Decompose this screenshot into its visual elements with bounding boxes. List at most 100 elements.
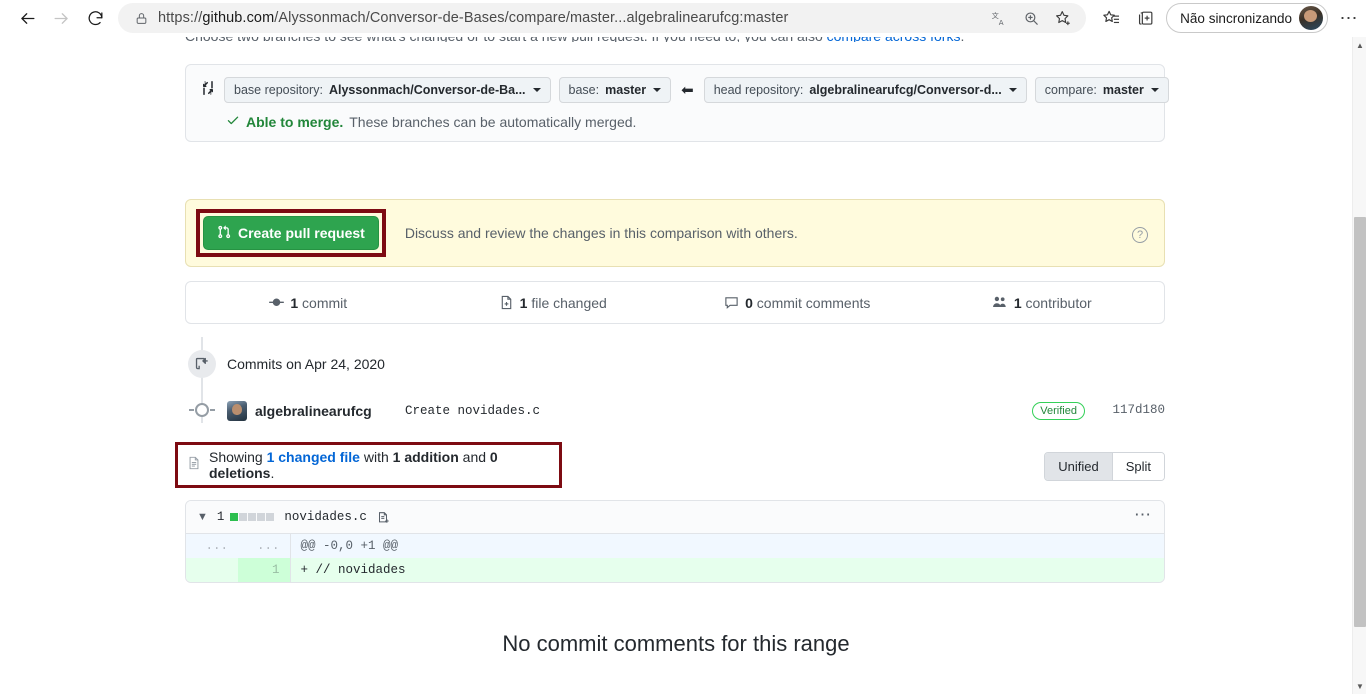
page-scrollbar[interactable]: ▲ ▼ — [1352, 37, 1366, 694]
hunk-right-linenum: ... — [238, 534, 290, 558]
create-pr-highlight-box: Create pull request — [196, 209, 386, 257]
stat-contributors-label: contributor — [1025, 294, 1092, 311]
add-favorite-icon[interactable] — [1048, 4, 1078, 32]
help-icon[interactable]: ? — [1132, 227, 1148, 243]
forward-button[interactable] — [44, 2, 78, 34]
branch-selector-row: base repository: Alyssonmach/Conversor-d… — [186, 65, 1169, 103]
base-repo-prefix: base repository: — [234, 83, 323, 97]
compare-value: master — [1102, 83, 1144, 97]
diff-change-count: 1 — [216, 510, 225, 524]
lock-icon — [130, 11, 152, 26]
create-pr-description: Discuss and review the changes in this c… — [404, 225, 798, 241]
file-icon — [187, 455, 201, 476]
commit-message[interactable]: Create novidades.c — [405, 404, 540, 418]
addition-left-linenum — [186, 558, 238, 582]
diff-file-card: ▼ 1 novidades.c ⋯ ... ... @@ -0,0 +1 @@ … — [185, 500, 1165, 583]
favorites-button[interactable] — [1094, 2, 1128, 34]
diff-table: ... ... @@ -0,0 +1 @@ 1 + // novidades — [186, 534, 1164, 582]
commit-date-row: Commits on Apr 24, 2020 — [185, 337, 1165, 391]
create-pr-label: Create pull request — [238, 225, 365, 241]
copy-path-icon[interactable] — [376, 510, 390, 525]
file-diff-icon — [501, 295, 511, 310]
commits-section: Commits on Apr 24, 2020 algebralinearufc… — [185, 337, 1165, 437]
base-prefix: base: — [568, 83, 600, 97]
stat-commit-comments[interactable]: 0 commit comments — [675, 295, 920, 311]
stat-comments-label: commit comments — [756, 294, 871, 311]
stat-files-label: file changed — [531, 294, 607, 311]
collections-button[interactable] — [1128, 2, 1162, 34]
forward-arrow-icon — [54, 12, 68, 24]
compare-stats-bar: 1 commit 1 file changed 0 commit comment… — [185, 281, 1165, 324]
comment-icon — [725, 297, 738, 309]
settings-more-button[interactable]: ⋯ — [1332, 2, 1366, 34]
browser-toolbar: https://github.com/Alyssonmach/Conversor… — [0, 0, 1366, 37]
changed-file-link[interactable]: 1 changed file — [267, 449, 360, 465]
head-repo-value: algebralinearufcg/Conversor-d... — [809, 83, 1002, 97]
profile-button[interactable]: Não sincronizando — [1166, 3, 1328, 33]
zoom-icon[interactable] — [1016, 4, 1046, 32]
additions-count: 1 addition — [392, 449, 459, 465]
showing-mid: with — [363, 449, 389, 465]
commit-author-name[interactable]: algebralinearufcg — [255, 403, 372, 419]
direction-arrow-icon: ⬅ — [681, 81, 694, 99]
chevron-down-icon — [1150, 88, 1159, 92]
commit-dot-icon — [189, 403, 215, 417]
merge-detail-label: These branches can be automatically merg… — [349, 113, 637, 130]
verified-badge[interactable]: Verified — [1032, 402, 1085, 420]
unified-view-button[interactable]: Unified — [1045, 453, 1113, 480]
address-bar[interactable]: https://github.com/Alyssonmach/Conversor… — [118, 3, 1087, 33]
diff-file-header: ▼ 1 novidades.c ⋯ — [186, 501, 1164, 534]
commit-author-avatar[interactable] — [227, 401, 247, 421]
diff-addition-row: 1 + // novidades — [186, 558, 1164, 582]
base-repository-dropdown[interactable]: base repository: Alyssonmach/Conversor-d… — [224, 77, 551, 103]
showing-summary-highlight: Showing 1 changed file with 1 addition a… — [175, 442, 562, 488]
intro-text-part2: . — [960, 37, 964, 42]
diff-options-button[interactable]: ⋯ — [1134, 506, 1152, 523]
merge-status-label: Able to merge. — [246, 113, 344, 130]
chevron-down-icon — [653, 88, 662, 92]
create-pull-request-banner: Create pull request Discuss and review t… — [185, 199, 1165, 267]
create-pull-request-button[interactable]: Create pull request — [203, 216, 379, 250]
head-repo-prefix: head repository: — [713, 83, 804, 97]
reload-button[interactable] — [78, 2, 112, 34]
commit-sha[interactable]: 117d180 — [1112, 403, 1165, 417]
hunk-left-linenum: ... — [186, 534, 238, 558]
compare-prefix: compare: — [1044, 83, 1097, 97]
head-repository-dropdown[interactable]: head repository: algebralinearufcg/Conve… — [703, 77, 1027, 103]
showing-prefix: Showing — [209, 449, 263, 465]
diff-filename[interactable]: novidades.c — [284, 510, 367, 524]
chevron-down-icon[interactable]: ▼ — [197, 511, 208, 523]
stat-files-changed[interactable]: 1 file changed — [431, 295, 676, 311]
compare-branch-dropdown[interactable]: compare: master — [1034, 77, 1169, 103]
base-repo-value: Alyssonmach/Conversor-de-Ba... — [328, 83, 526, 97]
stat-commits-label: commit — [302, 294, 348, 311]
hunk-header-code: @@ -0,0 +1 @@ — [289, 534, 1164, 558]
page-viewport: Choose two branches to see what's change… — [0, 37, 1352, 694]
stat-commits[interactable]: 1 commit — [186, 295, 431, 311]
translate-icon[interactable]: 文 A — [984, 4, 1014, 32]
scrollbar-thumb[interactable] — [1354, 217, 1366, 627]
addition-code: + // novidades — [289, 558, 1164, 582]
stat-comments-count: 0 — [745, 294, 753, 311]
compare-across-forks-link[interactable]: compare across forks — [827, 37, 961, 42]
reload-icon — [88, 10, 102, 25]
branch-compare-box: base repository: Alyssonmach/Conversor-d… — [185, 64, 1169, 142]
showing-summary-text: Showing 1 changed file with 1 addition a… — [209, 449, 559, 481]
addition-right-linenum: 1 — [238, 558, 290, 582]
intro-text-part1: Choose two branches to see what's change… — [185, 37, 827, 42]
commit-icon — [269, 298, 285, 307]
git-pull-request-icon — [217, 225, 231, 241]
collections-icon — [1138, 11, 1153, 25]
commit-date-heading: Commits on Apr 24, 2020 — [227, 356, 385, 372]
stat-commits-count: 1 — [290, 294, 299, 311]
split-view-button[interactable]: Split — [1112, 453, 1164, 480]
scroll-down-arrow-icon[interactable]: ▼ — [1353, 678, 1366, 694]
stat-contributors[interactable]: 1 contributor — [920, 295, 1165, 311]
back-button[interactable] — [10, 2, 44, 34]
scroll-up-arrow-icon[interactable]: ▲ — [1353, 37, 1366, 53]
svg-text:文: 文 — [991, 10, 998, 19]
chevron-down-icon — [532, 88, 541, 92]
base-branch-dropdown[interactable]: base: master — [558, 77, 672, 103]
favorites-star-icon — [1102, 10, 1119, 23]
stat-files-count: 1 — [519, 294, 528, 311]
